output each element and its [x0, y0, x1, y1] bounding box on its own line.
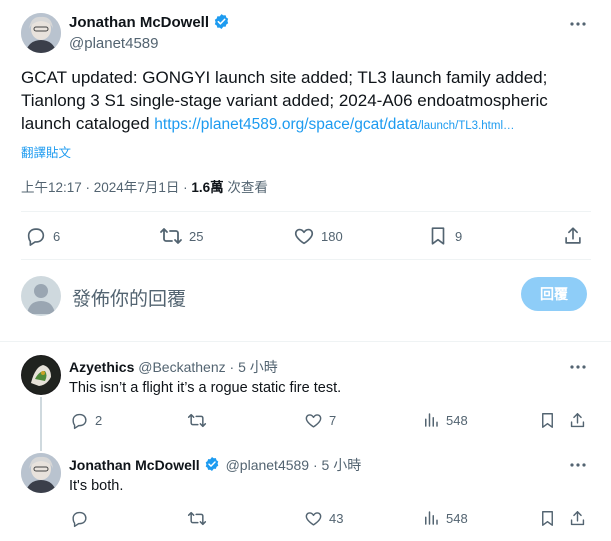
reply-author-name[interactable]: Azyethics — [69, 359, 134, 375]
retweet-action[interactable]: 25 — [159, 225, 203, 247]
reply-text: This isn’t a flight it’s a rogue static … — [69, 380, 342, 396]
reply-action[interactable] — [70, 509, 89, 528]
tweet-text-line-2: Tianlong 3 S1 single-stage variant added… — [21, 91, 548, 110]
reply-icon — [25, 225, 47, 247]
share-icon — [562, 225, 584, 247]
share-action[interactable] — [562, 225, 584, 247]
more-options-icon[interactable] — [568, 455, 588, 480]
tweet-text-line-1: GCAT updated: GONGYI launch site added; … — [21, 68, 548, 87]
bookmark-icon — [538, 411, 557, 430]
tweet-timestamp[interactable]: 上午12:17 · 2024年7月1日 · — [21, 180, 191, 195]
share-action[interactable] — [568, 509, 587, 528]
reply-author-handle[interactable]: @planet4589 — [226, 457, 310, 473]
reply-text: It's both. — [69, 478, 124, 494]
reply-action[interactable]: 2 — [70, 411, 102, 430]
divider — [21, 259, 591, 260]
reply-submit-button[interactable]: 回覆 — [521, 277, 587, 311]
share-icon — [568, 411, 587, 430]
reply-count: 2 — [95, 413, 103, 428]
tweet-link-tail[interactable]: /launch/TL3.html… — [418, 120, 515, 132]
bookmark-icon — [538, 509, 557, 528]
bookmark-icon — [427, 225, 449, 247]
verified-badge-icon — [213, 13, 230, 30]
share-action[interactable] — [568, 411, 587, 430]
more-options-icon[interactable] — [568, 357, 588, 382]
bookmark-action[interactable]: 9 — [427, 225, 462, 247]
like-action[interactable]: 43 — [304, 509, 343, 528]
bookmark-action[interactable] — [538, 509, 557, 528]
bookmark-count: 9 — [455, 228, 463, 244]
reply-author-name[interactable]: Jonathan McDowell — [69, 457, 200, 473]
views-count: 548 — [446, 412, 468, 428]
like-action[interactable]: 180 — [293, 225, 343, 247]
analytics-icon — [422, 411, 440, 429]
heart-icon — [304, 411, 323, 430]
divider — [0, 341, 611, 342]
retweet-icon — [187, 509, 207, 528]
verified-badge-icon — [204, 456, 221, 473]
reply-action[interactable]: 6 — [25, 225, 60, 247]
retweet-icon — [159, 225, 183, 247]
tweet-meta: 上午12:17 · 2024年7月1日 · 1.6萬 次查看 — [21, 176, 268, 196]
current-user-avatar[interactable] — [21, 276, 61, 316]
like-action[interactable]: 7 — [304, 411, 336, 430]
retweet-action[interactable] — [187, 411, 207, 430]
author-avatar[interactable] — [21, 13, 61, 53]
like-count: 7 — [329, 413, 337, 428]
heart-icon — [304, 509, 323, 528]
reply-time[interactable]: · 5 小時 — [226, 359, 278, 375]
like-count: 43 — [329, 511, 344, 526]
reply-count: 6 — [53, 228, 61, 244]
reply-icon — [70, 411, 89, 430]
tweet-link[interactable]: https://planet4589.org/space/gcat/data/l… — [154, 114, 514, 133]
retweet-icon — [187, 411, 207, 430]
reply-input[interactable]: 發佈你的回覆 — [72, 284, 186, 311]
share-icon — [568, 509, 587, 528]
tweet-text-line-3: launch cataloged — [21, 114, 155, 133]
like-count: 180 — [321, 228, 343, 244]
divider — [21, 211, 591, 212]
author-handle[interactable]: @planet4589 — [69, 35, 158, 52]
translate-post-link[interactable]: 翻譯貼文 — [21, 142, 71, 161]
views-count: 1.6萬 — [191, 180, 224, 195]
reply-author-handle[interactable]: @Beckathenz — [138, 359, 225, 375]
views-action[interactable]: 548 — [422, 411, 468, 429]
retweet-action[interactable] — [187, 509, 207, 528]
views-label: 次查看 — [223, 180, 268, 195]
tweet-text: GCAT updated: GONGYI launch site added; … — [21, 66, 601, 138]
more-options-icon[interactable] — [568, 14, 588, 39]
analytics-icon — [422, 509, 440, 527]
reply-avatar[interactable] — [21, 355, 61, 395]
reply-avatar[interactable] — [21, 453, 61, 493]
reply-icon — [70, 509, 89, 528]
heart-icon — [293, 225, 315, 247]
views-action[interactable]: 548 — [422, 509, 468, 527]
retweet-count: 25 — [189, 228, 204, 244]
thread-line — [40, 397, 42, 451]
views-count: 548 — [446, 510, 468, 526]
reply-time[interactable]: · 5 小時 — [309, 457, 361, 473]
author-name[interactable]: Jonathan McDowell — [69, 14, 209, 31]
bookmark-action[interactable] — [538, 411, 557, 430]
tweet-link-main[interactable]: https://planet4589.org/space/gcat/data — [154, 116, 418, 133]
